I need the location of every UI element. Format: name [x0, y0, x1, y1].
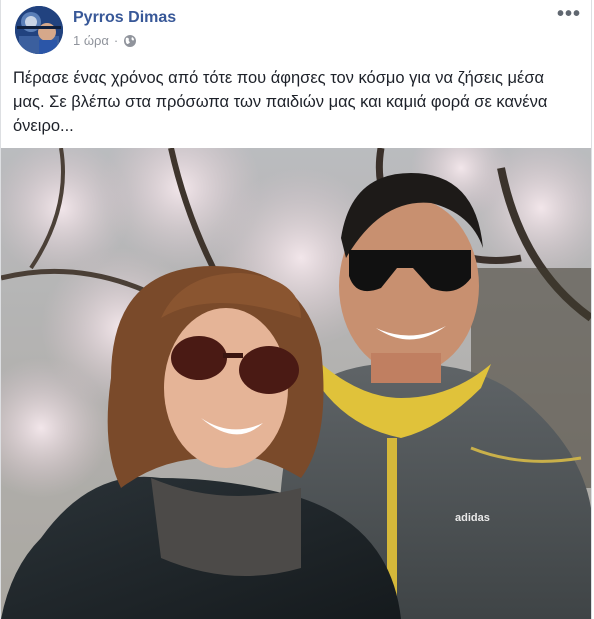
post-meta: 1 ώρα · [73, 33, 137, 48]
more-options-icon[interactable]: ••• [557, 4, 581, 24]
profile-avatar[interactable] [15, 6, 63, 54]
facebook-post: Pyrros Dimas 1 ώρα · ••• Πέρασε ένας χρό… [0, 0, 592, 619]
hoodie-logo: adidas [455, 512, 490, 524]
post-photo[interactable]: adidas [1, 148, 591, 619]
post-timestamp[interactable]: 1 ώρα [73, 33, 109, 48]
post-text: Πέρασε ένας χρόνος από τότε που άφησες τ… [13, 69, 548, 135]
post-header: Pyrros Dimas 1 ώρα · ••• [13, 4, 581, 56]
globe-icon[interactable] [123, 34, 137, 48]
meta-separator: · [113, 33, 119, 48]
author-name-link[interactable]: Pyrros Dimas [73, 9, 176, 27]
